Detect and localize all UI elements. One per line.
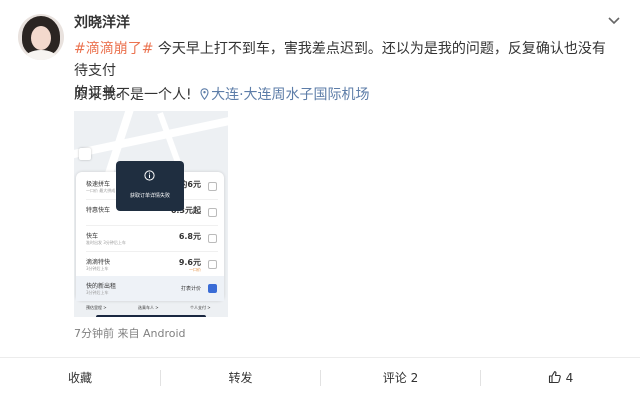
location-pin-icon xyxy=(200,88,209,100)
ride-option-sub: 准时出发 3分钟后上车 xyxy=(86,240,126,245)
hashtag-link[interactable]: #滴滴崩了# xyxy=(74,41,153,57)
ride-option-name: 特惠快车 xyxy=(86,207,111,214)
author-name[interactable]: 刘晓洋洋 xyxy=(74,12,130,32)
post-text-line3: 原来我不是一个人! xyxy=(74,87,192,103)
ride-option-name: 滴滴特快 xyxy=(86,259,111,266)
ride-option-sub: 一口价 最大拼成 xyxy=(86,188,116,193)
info-icon xyxy=(144,170,155,181)
ride-option-name: 快的新出租 xyxy=(86,283,117,290)
ride-option-row[interactable]: 快车 准时出发 3分钟后上车 6.8元 xyxy=(76,226,224,251)
weibo-post-card: 刘晓洋洋 #滴滴崩了# 今天早上打不到车，害我差点迟到。还以为是我的问题，反复确… xyxy=(0,0,640,357)
choose-passenger-link[interactable]: 选乘车人 > xyxy=(138,305,159,311)
call-car-button[interactable] xyxy=(96,315,206,317)
chevron-down-icon[interactable] xyxy=(607,16,621,26)
ride-option-sub: 3分钟后上车 xyxy=(86,290,109,295)
ride-option-checkbox[interactable] xyxy=(208,260,217,269)
action-bar: 收藏 转发 评论 2 4 xyxy=(0,357,640,398)
post-text-line3-row: 原来我不是一个人! 大连·大连周水子国际机场 xyxy=(74,86,370,104)
ride-option-row[interactable]: 快的新出租 3分钟后上车 打表计价 xyxy=(76,276,224,301)
ride-option-price: 6.8元 xyxy=(178,232,201,241)
comment-button[interactable]: 评论 2 xyxy=(321,358,480,398)
ride-option-sub: 3分钟后上车 xyxy=(86,266,109,271)
ride-option-row[interactable]: 滴滴特快 3分钟后上车 9.6元 一口价 xyxy=(76,252,224,277)
ride-option-checkbox[interactable] xyxy=(208,208,217,217)
ride-option-name: 快车 xyxy=(86,233,99,240)
estimate-mileage-link[interactable]: 预估里程 > xyxy=(86,305,107,311)
error-toast: 获取订单详情失败 xyxy=(116,161,184,211)
avatar[interactable] xyxy=(18,14,64,60)
favorite-button[interactable]: 收藏 xyxy=(0,358,160,398)
ride-option-price: 打表计价 xyxy=(180,286,201,292)
like-button[interactable]: 4 xyxy=(481,358,640,398)
ride-option-checkbox-checked[interactable] xyxy=(208,284,217,293)
location-link[interactable]: 大连·大连周水子国际机场 xyxy=(211,87,369,103)
repost-button[interactable]: 转发 xyxy=(161,358,320,398)
ride-option-checkbox[interactable] xyxy=(208,182,217,191)
attached-screenshot[interactable]: 极速拼车 一口价 最大拼成 约6元 特惠快车 6.3元起 快车 准时出发 3分钟… xyxy=(74,111,228,317)
toast-text: 获取订单详情失败 xyxy=(129,193,170,199)
ride-option-note: 一口价 xyxy=(189,267,201,272)
thumbs-up-icon xyxy=(548,371,561,384)
post-meta: 7分钟前 来自 Android xyxy=(74,327,186,340)
post-text-line1: 今天早上打不到车，害我差点迟到。还以为是我的问题，反复确认也没有待支付 xyxy=(74,41,606,79)
ride-option-name: 极速拼车 xyxy=(86,181,111,188)
payment-link[interactable]: 个人支付 > xyxy=(190,305,211,311)
like-count: 4 xyxy=(565,371,574,385)
map-locate-button[interactable] xyxy=(79,148,91,160)
ride-option-checkbox[interactable] xyxy=(208,234,217,243)
